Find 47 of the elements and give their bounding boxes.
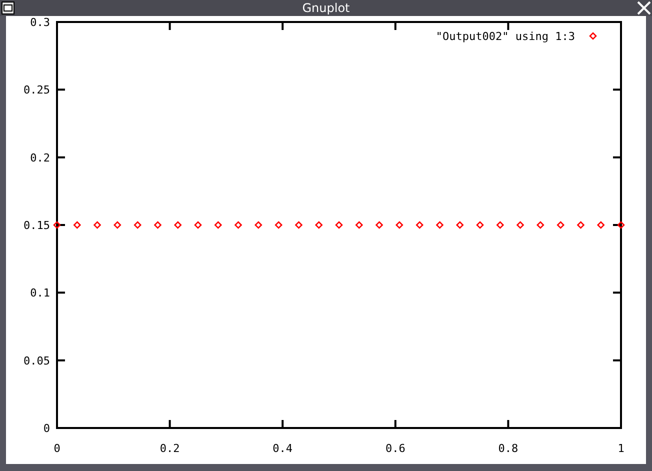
- x-tick-label: 1: [618, 442, 624, 455]
- y-tick-label: 0.2: [30, 151, 50, 164]
- x-tick-label: 0.8: [498, 442, 518, 455]
- data-point: [617, 221, 625, 229]
- data-point: [234, 221, 242, 229]
- data-point: [194, 221, 202, 229]
- data-point: [294, 221, 303, 229]
- data-point: [355, 221, 364, 229]
- legend-label: "Output002" using 1:3: [436, 30, 575, 43]
- data-point: [335, 221, 343, 229]
- data-point: [93, 221, 102, 229]
- data-point: [476, 221, 484, 229]
- data-point: [274, 221, 283, 229]
- data-point: [436, 221, 444, 229]
- data-point: [516, 221, 524, 229]
- x-tick-label: 0: [54, 442, 60, 455]
- data-point: [254, 221, 262, 229]
- window-title: Gnuplot: [301, 0, 351, 16]
- data-point: [556, 221, 565, 229]
- data-point: [314, 221, 323, 229]
- data-point: [53, 221, 61, 229]
- data-point: [134, 221, 142, 229]
- data-point: [113, 221, 122, 229]
- data-point: [214, 221, 222, 229]
- y-tick-label: 0.25: [24, 84, 50, 97]
- x-tick-label: 0.6: [385, 442, 406, 455]
- data-point: [496, 221, 504, 229]
- x-tick-label: 0.4: [272, 442, 293, 455]
- y-tick-label: 0.15: [24, 219, 50, 232]
- data-point: [174, 221, 182, 229]
- y-tick-label: 0.1: [30, 286, 50, 300]
- y-tick-label: 0.05: [24, 354, 50, 368]
- data-point: [536, 221, 544, 229]
- data-point: [456, 221, 464, 229]
- window-menu-icon[interactable]: [1, 1, 15, 15]
- data-point: [375, 221, 384, 229]
- data-point: [596, 221, 605, 229]
- close-icon[interactable]: [637, 1, 651, 15]
- y-tick-label: 0: [43, 422, 50, 435]
- y-tick-label: 0.3: [30, 16, 50, 29]
- data-point: [576, 221, 585, 229]
- data-point: [416, 221, 424, 229]
- data-point: [395, 221, 404, 229]
- x-tick-label: 0.2: [160, 442, 180, 455]
- data-point: [154, 221, 162, 229]
- data-point: [73, 221, 82, 229]
- legend-marker: [589, 32, 597, 40]
